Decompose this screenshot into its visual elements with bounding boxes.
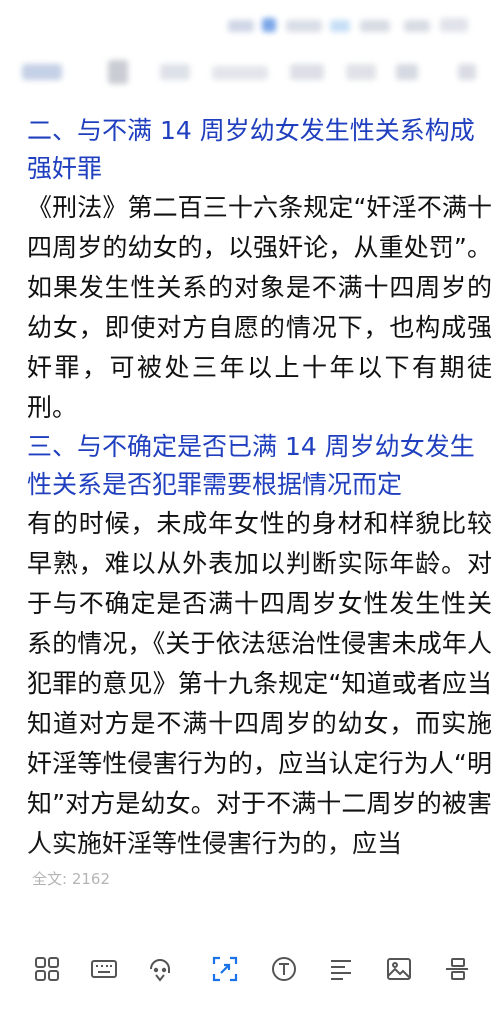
align-icon[interactable] [324,952,358,986]
blurred-block [228,20,254,32]
crop-icon[interactable] [208,952,242,986]
grid-icon[interactable] [30,952,64,986]
blurred-block [290,64,324,80]
keyboard-icon[interactable] [87,952,121,986]
more-icon[interactable] [440,952,474,986]
blurred-block [262,18,276,32]
section-paragraph-3: 有的时候，未成年女性的身材和样貌比较早熟，难以从外表加以判断实际年龄。对于与不确… [27,509,492,858]
blurred-block [22,64,62,80]
blurred-block [346,64,376,80]
image-icon[interactable] [382,952,416,986]
blurred-block [404,20,430,32]
blurred-block [160,64,190,80]
blurred-block [330,20,350,32]
section-heading-3: 三、与不确定是否已满 14 周岁幼女发生性关系是否犯罪需要根据情况而定 [27,432,475,499]
section-paragraph-2: 《刑法》第二百三十六条规定“奸淫不满十四周岁的幼女的，以强奸论，从重处罚”。如果… [27,193,492,422]
blurred-block [360,20,390,32]
word-count: 全文: 2162 [30,867,112,890]
blurred-block [458,64,476,80]
blurred-status-area [0,0,500,110]
bottom-toolbar [0,930,500,1018]
voice-icon[interactable] [143,952,177,986]
text-icon[interactable] [267,952,301,986]
blurred-block [440,18,468,32]
blurred-block [212,66,268,80]
blurred-block [286,20,322,32]
blurred-block [396,64,418,80]
article-body: 二、与不满 14 周岁幼女发生性关系构成强奸罪 《刑法》第二百三十六条规定“奸淫… [27,112,492,864]
blurred-block [108,60,128,84]
section-heading-2: 二、与不满 14 周岁幼女发生性关系构成强奸罪 [27,116,475,183]
